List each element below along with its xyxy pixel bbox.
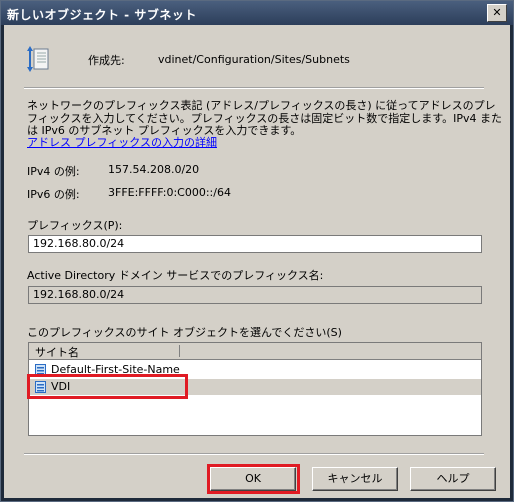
title-bar[interactable]: 新しいオブジェクト - サブネット ✕ bbox=[1, 1, 513, 25]
ok-highlight-box bbox=[207, 464, 300, 494]
prefix-input[interactable]: 192.168.80.0/24 bbox=[28, 235, 482, 253]
subnet-object-icon bbox=[27, 46, 49, 72]
ad-name-label: Active Directory ドメイン サービスでのプレフィックス名: bbox=[27, 269, 324, 282]
ipv6-example-value: 3FFE:FFFF:0:C000::/64 bbox=[108, 186, 231, 199]
ipv6-example-label: IPv6 の例: bbox=[27, 188, 80, 201]
close-button[interactable]: ✕ bbox=[487, 4, 507, 22]
window-title: 新しいオブジェクト - サブネット bbox=[7, 8, 197, 22]
sites-list-header[interactable]: サイト名 bbox=[29, 343, 481, 360]
help-button[interactable]: ヘルプ bbox=[410, 467, 496, 491]
ipv4-example-label: IPv4 の例: bbox=[27, 165, 80, 178]
create-in-label: 作成先: bbox=[88, 54, 125, 67]
sites-label: このプレフィックスのサイト オブジェクトを選んでください(S) bbox=[27, 326, 342, 339]
create-in-path: vdinet/Configuration/Sites/Subnets bbox=[158, 53, 350, 66]
cancel-button[interactable]: キャンセル bbox=[312, 467, 398, 491]
ad-name-readonly-field: 192.168.80.0/24 bbox=[28, 286, 482, 304]
footer-separator bbox=[24, 453, 484, 455]
column-separator[interactable] bbox=[179, 345, 180, 357]
vdi-highlight-box bbox=[27, 374, 188, 399]
prefix-label: プレフィックス(P): bbox=[27, 219, 123, 232]
prefix-help-link[interactable]: アドレス プレフィックスの入力の詳細 bbox=[27, 134, 217, 150]
column-header-site-name[interactable]: サイト名 bbox=[35, 344, 79, 360]
header-separator bbox=[24, 87, 484, 89]
ipv4-example-value: 157.54.208.0/20 bbox=[108, 163, 200, 176]
